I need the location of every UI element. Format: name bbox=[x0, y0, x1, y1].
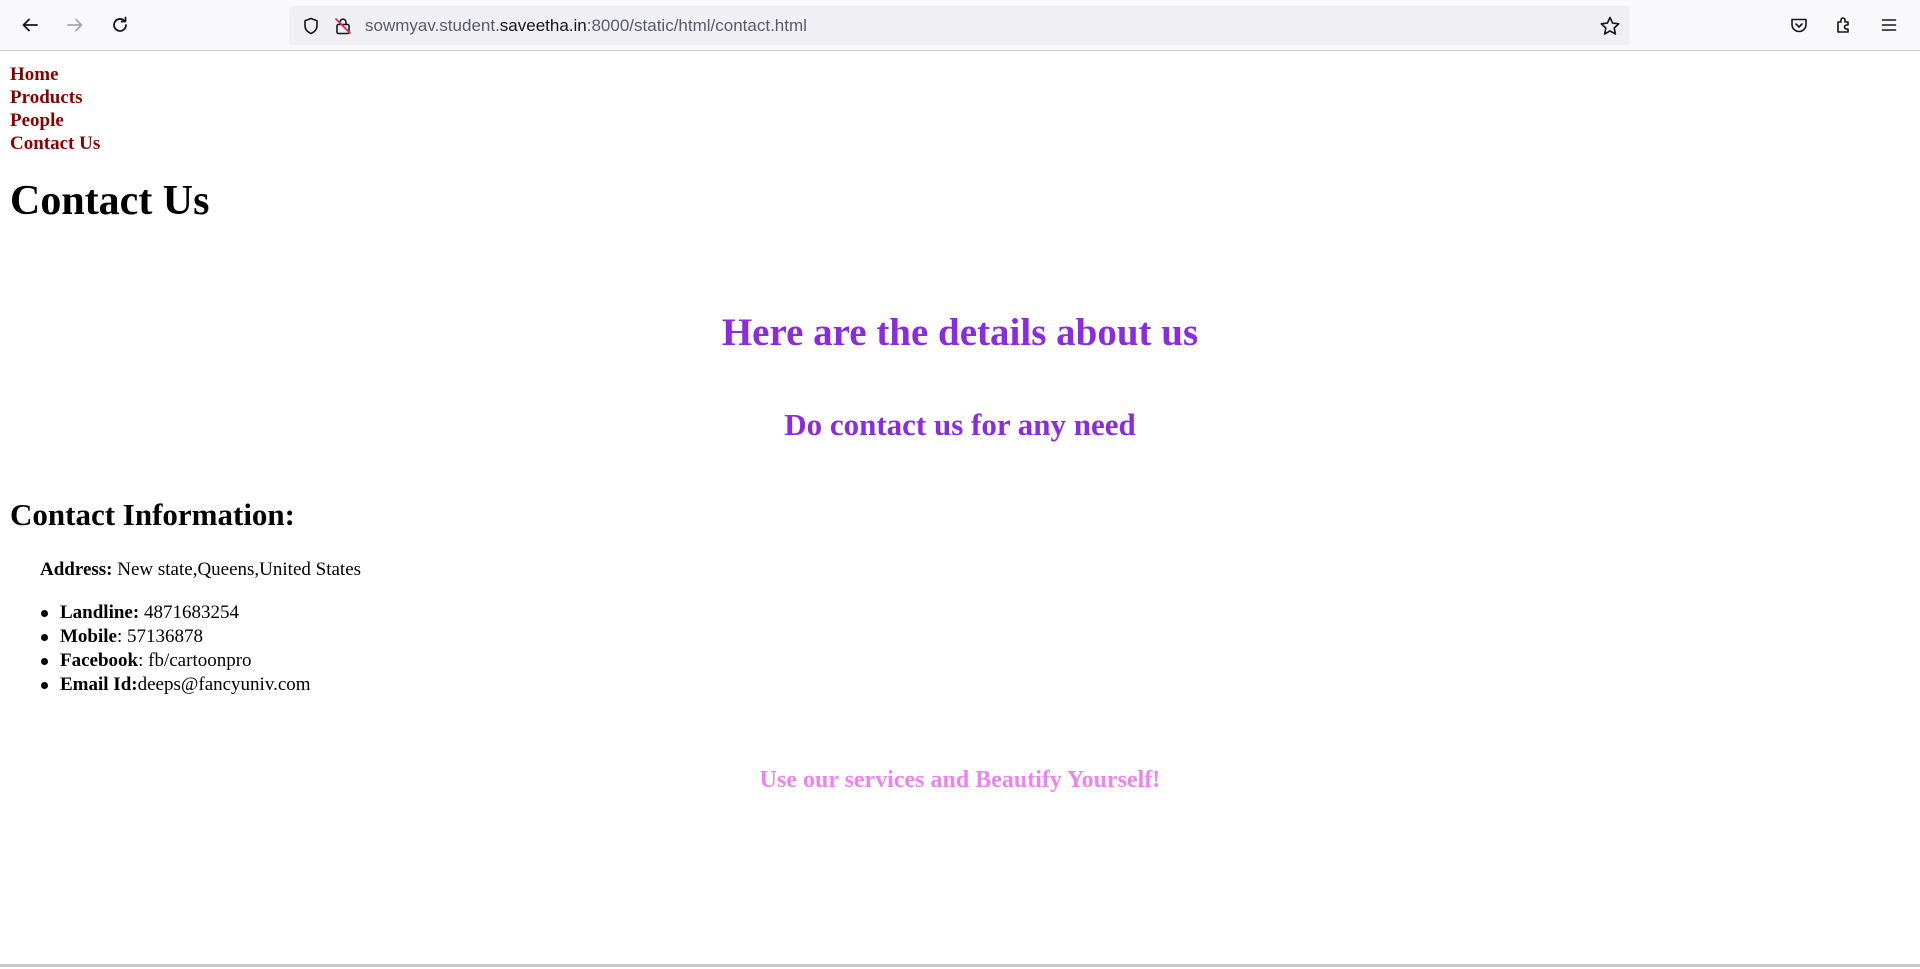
bullet-marker bbox=[41, 682, 48, 689]
list-item-mobile: Mobile: 57136878 bbox=[41, 625, 311, 649]
insecure-lock-icon[interactable] bbox=[331, 14, 355, 38]
star-icon[interactable] bbox=[1598, 14, 1622, 38]
browser-toolbar: sowmyav.student.saveetha.in:8000/static/… bbox=[0, 0, 1920, 51]
nav-link-home[interactable]: Home bbox=[10, 63, 100, 86]
list-item-landline: Landline: 4871683254 bbox=[41, 601, 311, 625]
address-line: Address: New state,Queens,United States bbox=[40, 558, 361, 582]
contact-list: Landline: 4871683254 Mobile: 57136878 Fa… bbox=[41, 601, 311, 697]
reload-icon bbox=[113, 16, 127, 32]
extensions-icon bbox=[1837, 17, 1849, 33]
facebook-value: : fb/cartoonpro bbox=[138, 650, 252, 671]
bullet-marker bbox=[41, 634, 48, 641]
list-item-email: Email Id:deeps@fancyuniv.com bbox=[41, 673, 311, 697]
list-item-facebook: Facebook: fb/cartoonpro bbox=[41, 649, 311, 673]
forward-button[interactable] bbox=[59, 9, 91, 41]
hamburger-menu-icon bbox=[1881, 19, 1897, 31]
tagline: Use our services and Beautify Yourself! bbox=[759, 767, 1161, 793]
url-suffix: :8000/static/html/contact.html bbox=[586, 16, 807, 35]
url-text[interactable]: sowmyav.student.saveetha.in:8000/static/… bbox=[365, 6, 807, 45]
facebook-label: Facebook bbox=[60, 650, 139, 671]
page-content: Home Products People Contact Us Contact … bbox=[0, 51, 1920, 964]
url-prefix: sowmyav.student. bbox=[365, 16, 500, 35]
shield-icon[interactable] bbox=[299, 14, 323, 38]
nav-link-products[interactable]: Products bbox=[10, 86, 100, 109]
pocket-button[interactable] bbox=[1783, 9, 1815, 41]
nav-link-people[interactable]: People bbox=[10, 109, 100, 132]
details-heading: Here are the details about us bbox=[721, 311, 1199, 354]
app-menu-button[interactable] bbox=[1873, 9, 1905, 41]
email-label: Email Id: bbox=[60, 674, 138, 695]
site-nav: Home Products People Contact Us bbox=[10, 63, 100, 155]
back-button[interactable] bbox=[14, 9, 46, 41]
forward-arrow-icon bbox=[67, 18, 83, 32]
reload-button[interactable] bbox=[104, 9, 136, 41]
page-title: Contact Us bbox=[10, 178, 210, 224]
url-domain: saveetha.in bbox=[499, 16, 587, 35]
back-arrow-icon bbox=[22, 18, 38, 32]
pocket-icon bbox=[1791, 18, 1807, 33]
address-bar[interactable]: sowmyav.student.saveetha.in:8000/static/… bbox=[289, 6, 1630, 45]
contact-need-heading: Do contact us for any need bbox=[784, 407, 1136, 442]
mobile-label: Mobile bbox=[60, 626, 117, 647]
nav-link-contact-us[interactable]: Contact Us bbox=[10, 132, 100, 155]
email-value: deeps@fancyuniv.com bbox=[137, 674, 311, 695]
extensions-button[interactable] bbox=[1828, 9, 1860, 41]
bullet-marker bbox=[41, 658, 48, 665]
mobile-value: : 57136878 bbox=[117, 626, 204, 647]
bullet-marker bbox=[41, 610, 48, 617]
landline-value: 4871683254 bbox=[139, 602, 239, 623]
address-label: Address: bbox=[40, 559, 113, 580]
window-bottom-border bbox=[0, 964, 1920, 967]
address-value: New state,Queens,United States bbox=[112, 559, 362, 580]
landline-label: Landline: bbox=[60, 602, 140, 623]
contact-info-heading: Contact Information: bbox=[10, 497, 295, 532]
